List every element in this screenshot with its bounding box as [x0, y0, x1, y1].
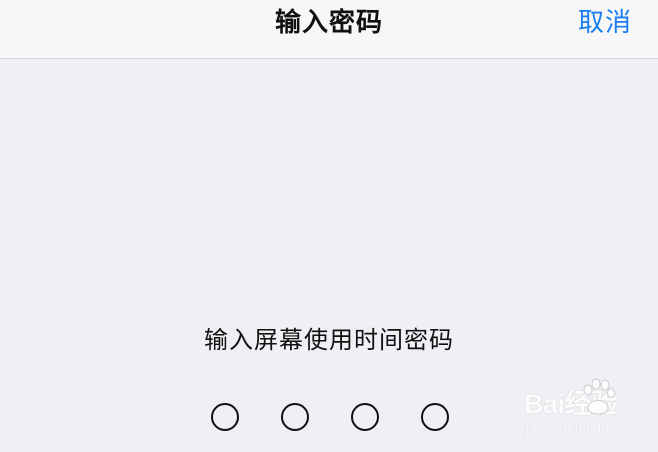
watermark-site: jingyan.baidu.com	[526, 422, 640, 437]
passcode-dot-2	[281, 403, 309, 431]
passcode-dot-3	[351, 403, 379, 431]
baidu-jingyan-watermark: Bai经验 jingyan.baidu.com	[524, 378, 648, 444]
cancel-button[interactable]: 取消	[578, 7, 632, 39]
paw-icon	[583, 378, 615, 415]
navigation-bar: 输入密码 取消	[0, 0, 658, 59]
page-title: 输入密码	[274, 8, 383, 38]
passcode-dot-4	[421, 403, 449, 431]
passcode-dot-1	[211, 403, 239, 431]
passcode-prompt: 输入屏幕使用时间密码	[204, 326, 454, 354]
